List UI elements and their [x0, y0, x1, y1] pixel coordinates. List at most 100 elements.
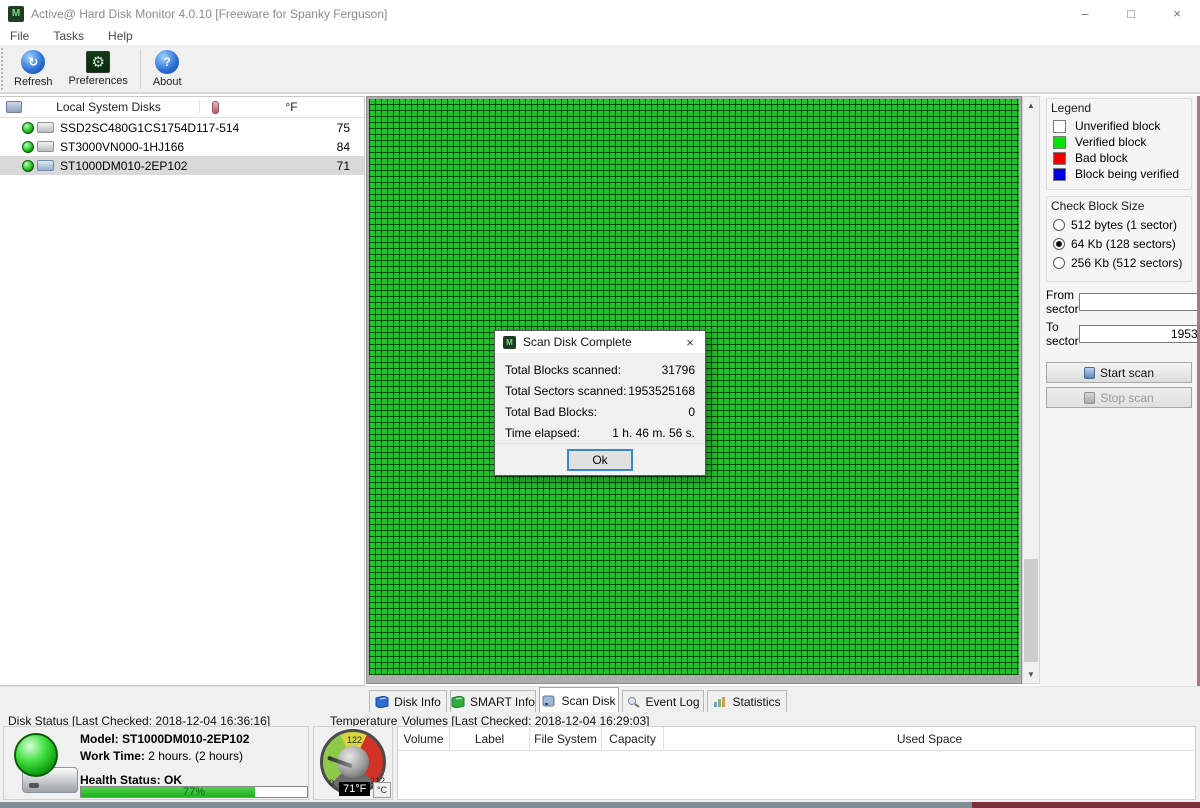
- from-sector-input[interactable]: [1078, 293, 1200, 311]
- celsius-toggle-button[interactable]: °C: [373, 782, 391, 798]
- legend-item-verified: Verified block: [1053, 135, 1185, 149]
- preferences-button[interactable]: ⚙ Preferences: [61, 49, 136, 89]
- radio-label: 512 bytes (1 sector): [1071, 218, 1178, 232]
- legend-item-being-verified: Block being verified: [1053, 167, 1185, 181]
- dialog-footer: Ok: [495, 443, 705, 475]
- being-verified-block-swatch: [1053, 167, 1066, 181]
- disk-row-st1000dm010-selected[interactable]: ST1000DM010-2EP102 71: [0, 156, 364, 175]
- hard-disk-icon: [37, 122, 54, 133]
- stat-value: 0: [688, 405, 695, 419]
- menu-file[interactable]: File: [8, 28, 31, 44]
- dialog-body: Total Blocks scanned: 31796 Total Sector…: [495, 353, 705, 440]
- gauge-top-value: 122: [347, 735, 363, 745]
- refresh-label: Refresh: [14, 75, 53, 88]
- disk-status-ok-icon: [22, 140, 34, 153]
- radio-256-kb[interactable]: 256 Kb (512 sectors): [1053, 256, 1185, 270]
- health-ok-orb-icon: [14, 733, 58, 777]
- radio-icon-checked[interactable]: [1053, 238, 1065, 250]
- disk-row-ssd2sc480[interactable]: SSD2SC480G1CS1754D117-514 75: [0, 118, 364, 137]
- gauge-min-value: 0: [329, 778, 335, 788]
- tab-disk-info[interactable]: Disk Info: [369, 690, 447, 712]
- status-bottom-panel: Disk Status [Last Checked: 2018-12-04 16…: [0, 712, 1200, 802]
- col-label[interactable]: Label: [450, 727, 530, 750]
- scroll-down-arrow[interactable]: ▼: [1023, 666, 1039, 683]
- about-label: About: [152, 75, 182, 88]
- disk-status-box: Model: ST1000DM010-2EP102 Work Time: 2 h…: [3, 726, 309, 800]
- ok-button[interactable]: Ok: [567, 448, 633, 471]
- tab-label: SMART Info: [470, 694, 535, 709]
- dialog-row-blocks: Total Blocks scanned: 31796: [505, 363, 695, 377]
- to-sector-input[interactable]: [1078, 325, 1200, 343]
- disk-info-book-icon: [375, 695, 389, 708]
- hard-disk-icon: [37, 141, 54, 152]
- scan-options-panel: Legend Unverified block Verified block B…: [1040, 96, 1200, 686]
- thermometer-icon: [212, 100, 219, 114]
- radio-label: 64 Kb (128 sectors): [1071, 237, 1176, 251]
- close-button[interactable]: ×: [1154, 0, 1200, 27]
- disk-list-header[interactable]: Local System Disks °F: [0, 97, 364, 118]
- event-log-magnifier-icon: [628, 696, 641, 708]
- disk-status-text: Model: ST1000DM010-2EP102 Work Time: 2 h…: [80, 731, 249, 789]
- temperature-box: 122 0 212 71°F °C: [313, 726, 393, 800]
- legend-item-bad: Bad block: [1053, 151, 1185, 165]
- scan-disk-icon: [542, 695, 555, 706]
- stop-scan-button[interactable]: Stop scan: [1046, 387, 1192, 408]
- tab-smart-info[interactable]: SMART Info: [450, 690, 536, 712]
- maximize-button[interactable]: □: [1108, 0, 1154, 27]
- disk-temp: 84: [336, 139, 350, 154]
- menu-tasks[interactable]: Tasks: [51, 28, 86, 44]
- legend-label: Block being verified: [1075, 167, 1180, 181]
- hard-disk-icon: [37, 160, 54, 171]
- refresh-button[interactable]: ↻ Refresh: [6, 48, 61, 90]
- radio-icon[interactable]: [1053, 257, 1065, 269]
- legend-title: Legend: [1051, 101, 1092, 115]
- stat-label: Time elapsed:: [505, 426, 580, 440]
- to-sector-row: To sector: [1046, 320, 1200, 348]
- stat-label: Total Blocks scanned:: [505, 363, 622, 377]
- unverified-block-swatch: [1053, 119, 1066, 133]
- health-progress-bar: 77%: [80, 786, 308, 798]
- menu-help[interactable]: Help: [106, 28, 135, 44]
- refresh-icon: ↻: [21, 49, 46, 74]
- minimize-button[interactable]: –: [1062, 0, 1108, 27]
- dialog-app-icon: M: [503, 335, 516, 349]
- start-scan-icon: [1083, 366, 1095, 379]
- tab-scan-disk[interactable]: Scan Disk: [539, 687, 619, 713]
- to-sector-label: To sector: [1046, 320, 1079, 348]
- legend-item-unverified: Unverified block: [1053, 119, 1185, 133]
- dialog-row-time: Time elapsed: 1 h. 46 m. 56 s.: [505, 426, 695, 440]
- disk-list-header-title[interactable]: Local System Disks: [22, 100, 200, 114]
- app-icon: M: [8, 5, 24, 22]
- col-capacity[interactable]: Capacity: [602, 727, 664, 750]
- model-value: ST1000DM010-2EP102: [122, 732, 250, 746]
- col-file-system[interactable]: File System: [530, 727, 602, 750]
- radio-512-bytes[interactable]: 512 bytes (1 sector): [1053, 218, 1185, 232]
- legend-label: Bad block: [1075, 151, 1128, 165]
- col-used-space[interactable]: Used Space: [664, 727, 1195, 750]
- start-scan-button[interactable]: Start scan: [1046, 362, 1192, 383]
- toolbar-separator: [139, 48, 141, 89]
- tab-statistics[interactable]: Statistics: [707, 690, 787, 712]
- menu-bar: File Tasks Help: [0, 27, 1200, 45]
- disk-row-st3000vn000[interactable]: ST3000VN000-1HJ166 84: [0, 137, 364, 156]
- about-button[interactable]: ? About: [145, 48, 190, 90]
- dialog-title-bar[interactable]: M Scan Disk Complete ×: [495, 331, 705, 353]
- scrollbar-thumb[interactable]: [1024, 559, 1038, 662]
- tab-event-log[interactable]: Event Log: [622, 690, 704, 712]
- radio-64-kb[interactable]: 64 Kb (128 sectors): [1053, 237, 1185, 251]
- dialog-close-icon[interactable]: ×: [675, 331, 705, 353]
- model-label: Model:: [80, 732, 119, 746]
- tab-label: Event Log: [645, 694, 700, 709]
- radio-icon[interactable]: [1053, 219, 1065, 231]
- statistics-chart-icon: [714, 696, 726, 707]
- scan-grid-scrollbar[interactable]: ▲ ▼: [1022, 96, 1040, 684]
- tab-label: Disk Info: [394, 694, 441, 709]
- title-bar: M Active@ Hard Disk Monitor 4.0.10 [Free…: [0, 0, 1200, 27]
- window-controls: – □ ×: [1062, 0, 1200, 27]
- col-volume[interactable]: Volume: [398, 727, 450, 750]
- temp-unit-header[interactable]: °F: [219, 100, 364, 114]
- disk-status-ok-icon: [22, 159, 34, 172]
- taskbar-strip: [0, 802, 1200, 808]
- scroll-up-arrow[interactable]: ▲: [1023, 97, 1039, 114]
- block-size-groupbox: Check Block Size 512 bytes (1 sector) 64…: [1046, 196, 1192, 282]
